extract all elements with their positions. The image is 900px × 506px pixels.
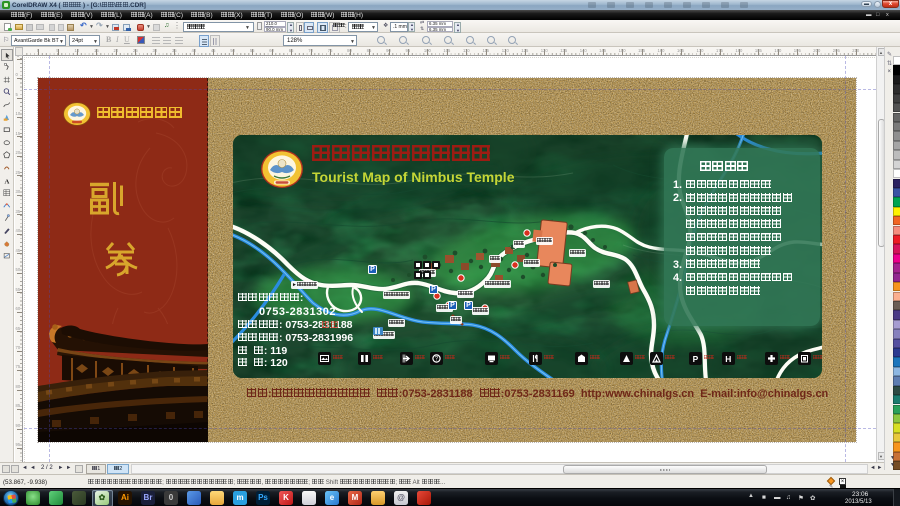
svg-text:H: H xyxy=(725,354,731,363)
svg-text:A: A xyxy=(5,178,10,184)
svg-text:P: P xyxy=(693,354,699,363)
